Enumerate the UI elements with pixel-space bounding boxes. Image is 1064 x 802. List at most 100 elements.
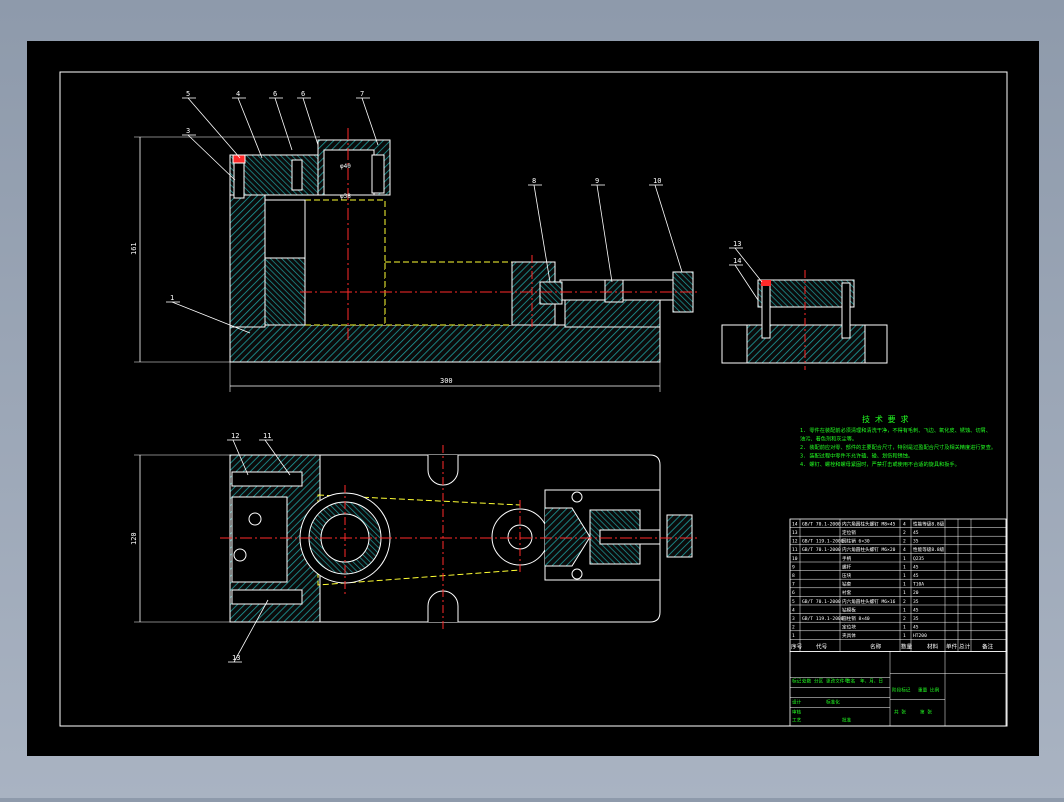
workpiece-upper xyxy=(304,199,386,326)
bom-cell-qty: 1 xyxy=(903,590,906,596)
plan-left-cavity xyxy=(231,496,288,583)
bom-cell-no: 6 xyxy=(792,590,795,596)
bom-cell-code: GB/T 70.1-2000 xyxy=(802,521,841,527)
bom-header-weight_single: 单件 xyxy=(946,642,958,650)
bom-cell-mat: Q235 xyxy=(913,556,924,562)
bom-cell-no: 13 xyxy=(792,530,798,536)
bom-cell-name: 手柄 xyxy=(842,555,852,562)
bom-cell-name: 钻模板 xyxy=(842,606,856,613)
side-screw-left xyxy=(761,282,771,339)
bom-cell-no: 8 xyxy=(792,573,795,579)
bom-cell-code: GB/T 119.1-2000 xyxy=(802,539,844,545)
part-label: 10 xyxy=(653,177,661,185)
dim-height-text: 161 xyxy=(130,242,138,255)
bom-cell-qty: 2 xyxy=(903,599,906,605)
tech-requirements-title: 技 术 要 求 xyxy=(862,414,908,424)
side-base-left xyxy=(721,324,748,364)
bom-cell-code: GB/T 119.1-2000 xyxy=(802,616,844,622)
cad-drawing: 161 300 φ40 φ38 5 4 6 6 7318 9 10 1314 1… xyxy=(27,41,1039,756)
inner-cavity xyxy=(264,199,306,259)
bom-cell-mat: T10A xyxy=(913,582,924,588)
bom-cell-name: 衬套 xyxy=(842,589,852,596)
bom-cell-qty: 1 xyxy=(903,582,906,588)
title-block-label: 阶段标记 xyxy=(892,686,911,693)
pin-mid xyxy=(291,159,303,191)
bom-cell-name: 内六角圆柱头螺钉 M8×45 xyxy=(842,520,896,527)
screw-head xyxy=(232,154,246,164)
bom-cell-no: 9 xyxy=(792,564,795,570)
bom-cell-mat: 性能等级8.8级 xyxy=(913,520,945,527)
bushing-bore xyxy=(323,149,375,196)
title-block-label: 共 张 xyxy=(894,708,906,715)
bom-cell-qty: 4 xyxy=(903,521,906,527)
part-label: 7 xyxy=(360,90,364,98)
bom-header-mat: 材料 xyxy=(927,642,939,650)
bom-cell-mat: HT200 xyxy=(913,633,927,639)
part-label: 6 xyxy=(273,90,277,98)
plan-hole-d xyxy=(233,548,247,562)
bom-cell-name: 钻套 xyxy=(842,581,852,588)
bom-cell-qty: 1 xyxy=(903,573,906,579)
bom-cell-name: 定位块 xyxy=(842,624,856,631)
dim-width-text: 300 xyxy=(440,377,453,385)
title-block-label: 重量 xyxy=(918,686,928,693)
part-label: 5 xyxy=(186,90,190,98)
part-label: 13 xyxy=(733,240,741,248)
bom-cell-mat: 45 xyxy=(913,625,919,631)
side-screw-head xyxy=(761,280,771,286)
bom-cell-no: 7 xyxy=(792,582,795,588)
bom-cell-mat: 35 xyxy=(913,616,919,622)
bom-cell-no: 11 xyxy=(792,547,798,553)
part-label: 6 xyxy=(301,90,305,98)
bom-cell-qty: 2 xyxy=(903,530,906,536)
bom-cell-mat: 35 xyxy=(913,599,919,605)
bom-cell-no: 12 xyxy=(792,539,798,545)
bom-cell-name: 夹具体 xyxy=(842,632,856,639)
bom-cell-name: 圆柱销 8×40 xyxy=(842,615,870,622)
plan-hole-b xyxy=(571,568,583,580)
screw-right xyxy=(371,154,385,194)
title-block-label: 审核 xyxy=(792,708,802,715)
locating-block xyxy=(264,257,306,326)
requirement-line: 1. 零件在装配前必须清理和清洗干净，不得有毛刺、飞边、氧化皮、锈蚀、切屑、 xyxy=(800,426,991,434)
bom-header-no: 序号 xyxy=(791,642,803,650)
part-label: 1 xyxy=(170,294,174,302)
bom-cell-qty: 1 xyxy=(903,625,906,631)
part-label: 8 xyxy=(532,177,536,185)
screw-left xyxy=(233,159,245,199)
bom-cell-mat: 45 xyxy=(913,564,919,570)
title-block-label: 标记 xyxy=(792,677,802,684)
bom-cell-name: 圆柱销 6×30 xyxy=(842,538,870,545)
bom-header-weight_total: 总计 xyxy=(959,642,971,650)
bom-cell-name: 压块 xyxy=(842,572,852,579)
bom-cell-qty: 4 xyxy=(903,547,906,553)
part-label: 11 xyxy=(263,432,271,440)
bom-cell-mat: 45 xyxy=(913,530,919,536)
bom-cell-code: GB/T 70.1-2000 xyxy=(802,599,841,605)
bom-cell-no: 5 xyxy=(792,599,795,605)
part-label: 13 xyxy=(232,654,240,662)
side-base-right xyxy=(864,324,888,364)
bom-cell-no: 10 xyxy=(792,556,798,562)
title-block-label: 标准化 xyxy=(826,698,840,705)
bom-cell-mat: 35 xyxy=(913,539,919,545)
bom-cell-qty: 1 xyxy=(903,633,906,639)
title-block-label: 签名 xyxy=(846,677,855,684)
bom-cell-mat: 20 xyxy=(913,590,919,596)
title-block-label: 设计 xyxy=(792,698,802,705)
bom-cell-code: GB/T 70.1-2000 xyxy=(802,547,841,553)
part-label: 4 xyxy=(236,90,240,98)
bom-cell-name: 定位销 xyxy=(842,529,856,536)
bom-cell-no: 2 xyxy=(792,625,795,631)
plan-dim-text: 120 xyxy=(130,532,138,545)
bom-cell-qty: 1 xyxy=(903,607,906,613)
clamp-nut xyxy=(604,279,624,303)
title-block-label: 年、月、日 xyxy=(860,677,883,684)
bom-cell-no: 4 xyxy=(792,607,795,613)
title-block-label: 处数 xyxy=(802,677,812,684)
bom-cell-mat: 45 xyxy=(913,607,919,613)
plan-hole-a xyxy=(571,491,583,503)
pressing-block xyxy=(539,281,563,305)
dim-slot-text: φ40 xyxy=(340,163,351,170)
bom-cell-qty: 1 xyxy=(903,564,906,570)
